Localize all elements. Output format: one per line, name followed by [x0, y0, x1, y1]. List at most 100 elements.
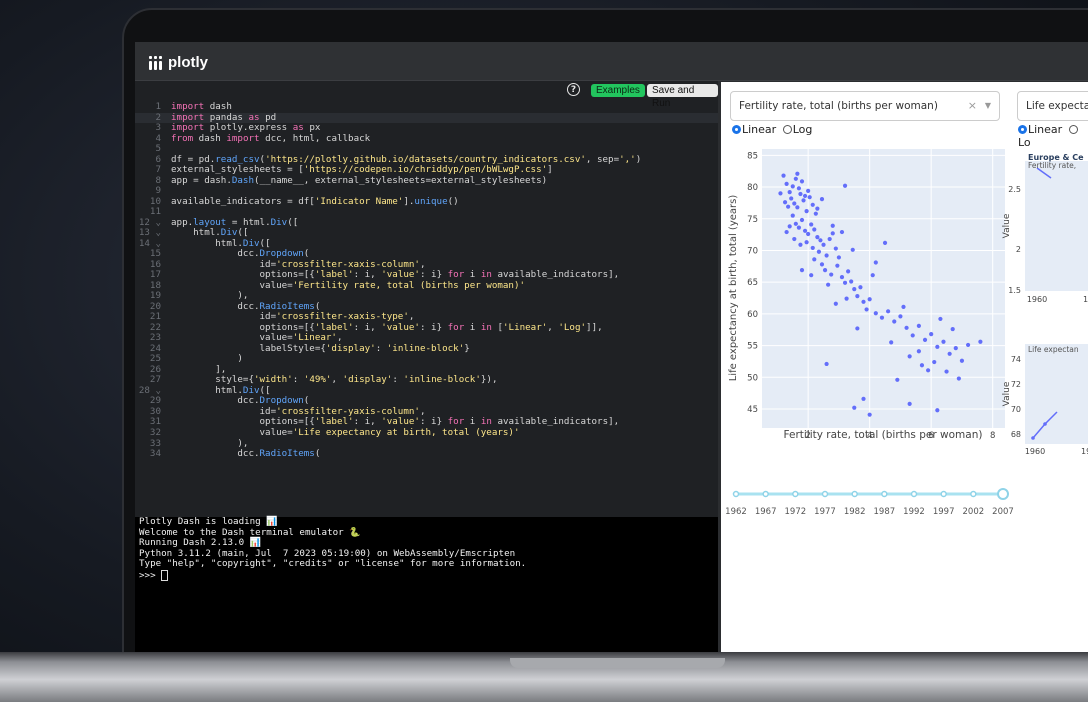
code-line[interactable]: 10 available_indicators = df['Indicator N… — [135, 196, 718, 208]
data-point — [810, 245, 815, 251]
plotly-logo[interactable]: plotly — [149, 54, 208, 71]
data-point — [892, 319, 897, 324]
data-point — [919, 363, 925, 368]
logo-text: plotly — [168, 54, 208, 71]
data-point — [935, 408, 940, 413]
x-tick-label: 8 — [990, 431, 995, 441]
data-point — [959, 358, 965, 363]
code-area[interactable]: 1 import dash 2 import pandas as pd 3 import … — [135, 102, 718, 517]
data-point — [849, 279, 854, 284]
data-point — [879, 315, 885, 320]
data-point — [965, 342, 971, 348]
country-timeseries-y[interactable]: Life expectan Value 74 72 70 68 1960 19 — [997, 338, 1088, 468]
data-point — [792, 201, 797, 206]
code-editor[interactable]: ? Examples Save and Run 1 import dash 2 imp… — [135, 81, 718, 517]
data-point — [815, 235, 820, 240]
data-point — [812, 257, 817, 262]
side1-xtick: 1960 — [1027, 295, 1047, 304]
top-bar: plotly — [135, 42, 1088, 81]
y-log-radio[interactable] — [1068, 125, 1078, 134]
slider-mark-dot — [910, 490, 918, 498]
data-point — [873, 311, 878, 316]
data-point — [787, 190, 792, 195]
code-line[interactable]: 4 from dash import dcc, html, callback — [135, 133, 718, 145]
data-point — [839, 274, 845, 280]
x-log-radio[interactable] — [782, 125, 792, 134]
country-timeseries-x[interactable]: Europe & Ce Fertility rate, Value 2.5 2 … — [997, 146, 1088, 326]
data-point — [826, 282, 831, 287]
y-axis-dropdown-value: Life expectanc — [1026, 100, 1088, 112]
data-point — [809, 222, 814, 227]
code-line[interactable]: 8 app = dash.Dash(__name__, external_styl… — [135, 175, 718, 187]
screen: plotly ? Examples Save and Run 1 import d… — [135, 42, 1088, 652]
data-point — [802, 193, 808, 199]
side1-subtitle: Fertility rate, — [1028, 161, 1076, 170]
line-number: 5 — [155, 143, 161, 155]
data-point — [889, 340, 894, 345]
data-point — [932, 359, 937, 365]
data-point — [864, 307, 869, 312]
data-point — [784, 229, 789, 235]
terminal[interactable]: Plotly Dash is loading 📊 Welcome to the D… — [135, 516, 718, 652]
code-line[interactable]: 3 import plotly.express as px — [135, 122, 718, 134]
data-point — [789, 196, 794, 201]
data-point — [901, 304, 906, 309]
data-point — [922, 337, 928, 342]
side2-ytick: 68 — [1011, 430, 1021, 439]
terminal-cursor[interactable] — [161, 569, 169, 581]
data-point — [809, 273, 814, 278]
side2-subtitle: Life expectan — [1028, 345, 1079, 354]
code-line[interactable]: 34 dcc.RadioItems( — [135, 448, 718, 460]
slider-mark-label: 1987 — [874, 507, 896, 517]
y-axis-dropdown[interactable]: Life expectanc — [1017, 91, 1088, 121]
data-point — [795, 171, 800, 176]
data-point — [950, 326, 955, 332]
save-and-run-button[interactable]: Save and Run — [647, 84, 718, 109]
code-line[interactable]: 32 value='Life expectancy at birth, tota… — [135, 427, 718, 439]
data-point — [941, 339, 946, 344]
y-linear-radio[interactable] — [1018, 125, 1027, 134]
y-tick-label: 55 — [747, 342, 758, 352]
slider-mark-label: 1972 — [785, 507, 807, 517]
slider-mark-label: 1992 — [903, 507, 925, 517]
data-point — [850, 247, 855, 252]
side2-ytick: 72 — [1011, 380, 1021, 389]
y-tick-label: 50 — [747, 373, 758, 383]
slider-mark-label: 1967 — [755, 507, 777, 517]
data-point — [790, 213, 795, 218]
clear-icon[interactable]: × — [968, 92, 977, 120]
data-point — [938, 316, 943, 322]
data-point — [873, 260, 878, 265]
data-point — [804, 240, 809, 245]
data-point — [867, 412, 872, 417]
slider-mark-label: 2007 — [992, 507, 1014, 517]
code-line[interactable]: 1 import dash — [135, 102, 718, 113]
x-linear-radio[interactable] — [732, 125, 741, 134]
data-point — [852, 405, 857, 410]
data-point — [833, 246, 838, 251]
data-point — [799, 268, 805, 273]
data-point — [953, 346, 958, 351]
chevron-down-icon[interactable]: ▼ — [985, 92, 991, 120]
crossfilter-scatter-chart[interactable]: 4550556065707580852 4 6 8 Fertility rate, t… — [721, 138, 1016, 448]
data-point — [818, 238, 823, 243]
data-point — [819, 196, 825, 202]
x-axis-dropdown[interactable]: Fertility rate, total (births per woman)… — [730, 91, 1000, 121]
data-point — [829, 272, 834, 277]
examples-button[interactable]: Examples — [591, 84, 645, 97]
data-point — [793, 221, 798, 226]
line-number: 1 — [155, 102, 161, 112]
side2-xtick: 1960 — [1025, 447, 1045, 456]
data-point — [842, 280, 848, 285]
data-point — [830, 231, 835, 236]
code-text: dcc.RadioItems( — [171, 448, 321, 460]
data-point — [813, 211, 818, 216]
help-icon[interactable]: ? — [567, 83, 580, 96]
slider-mark-dot — [762, 490, 769, 498]
y-axis-label: Life expectancy at birth, total (years) — [728, 195, 739, 382]
year-slider[interactable]: 1962 1967 1972 1977 1982 1987 1992 1997 2002 2007 — [721, 486, 1016, 522]
dash-app-preview: Fertility rate, total (births per woman)… — [721, 82, 1088, 652]
data-point — [830, 223, 835, 228]
data-point — [782, 200, 788, 205]
data-point — [790, 184, 795, 189]
